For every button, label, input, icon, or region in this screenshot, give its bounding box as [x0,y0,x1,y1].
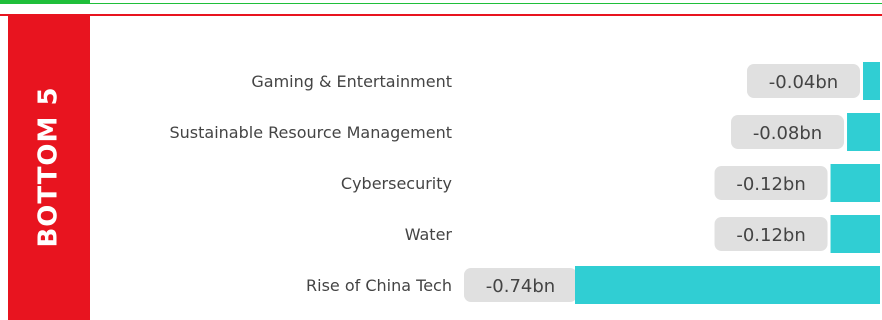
value-label: -0.08bn [753,123,822,144]
category-label: Rise of China Tech [306,276,452,295]
value-label: -0.12bn [736,174,805,195]
bottom-5-panel: BOTTOM 5 Gaming & Entertainment -0.04bn Su… [0,0,882,320]
bar [575,266,880,304]
category-label: Cybersecurity [341,174,452,193]
value-label: -0.74bn [486,276,555,297]
value-label: -0.04bn [769,72,838,93]
bar [847,113,880,151]
category-label: Gaming & Entertainment [251,72,452,91]
bar [863,62,880,100]
bar-chart: Gaming & Entertainment -0.04bn Sustainable… [170,62,880,304]
bar [830,164,880,202]
category-label: Water [405,225,453,244]
value-label: -0.12bn [736,225,805,246]
category-label: Sustainable Resource Management [170,123,453,142]
bar [830,215,880,253]
